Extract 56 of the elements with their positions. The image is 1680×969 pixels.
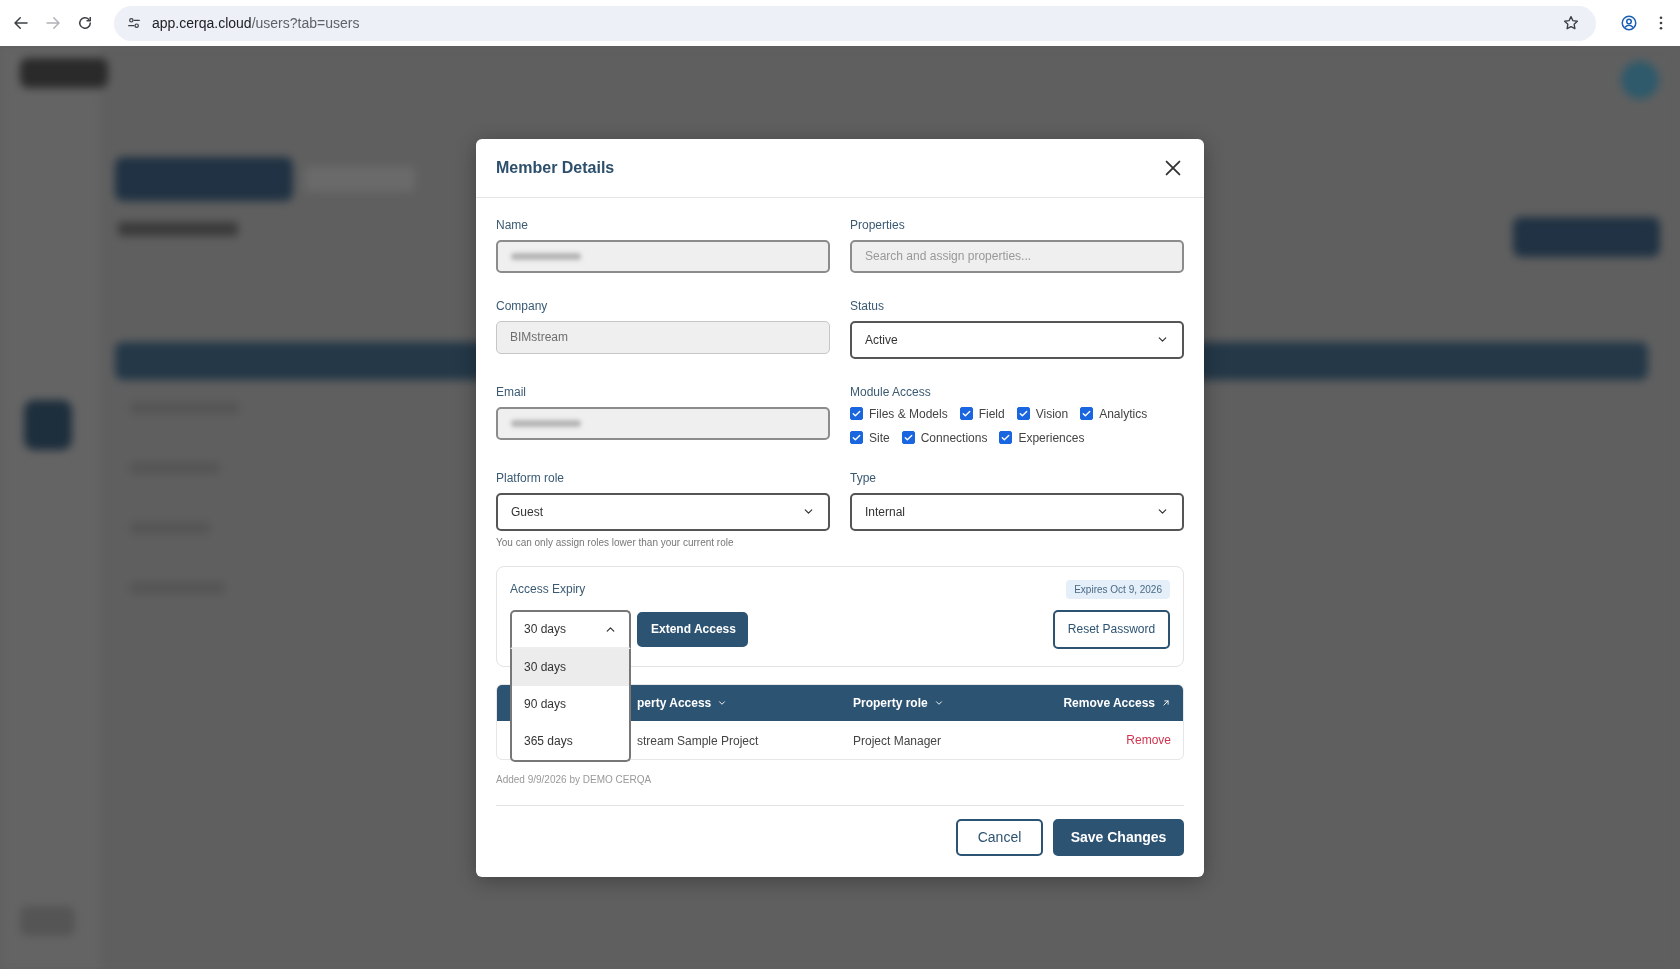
back-icon[interactable]	[12, 14, 30, 32]
redacted-text	[511, 252, 581, 260]
field-label: Email	[496, 384, 527, 399]
select-field[interactable]: Active	[850, 320, 1184, 359]
save-changes-button[interactable]: Save Changes	[1053, 818, 1184, 856]
helper-text: You can only assign roles lower than your current role	[496, 536, 735, 548]
table-cell: Project Manager	[853, 733, 942, 748]
column-header[interactable]: perty Access	[637, 695, 712, 710]
input-field[interactable]	[496, 239, 830, 273]
cancel-button[interactable]: Cancel	[956, 818, 1043, 856]
checkbox-label: Connections	[920, 430, 988, 445]
menu-option[interactable]: 30 days	[512, 648, 629, 686]
column-header[interactable]: Property role	[853, 695, 928, 710]
table-cell: stream Sample Project	[637, 733, 759, 748]
checkbox[interactable]	[850, 407, 863, 420]
checkbox[interactable]	[959, 407, 973, 420]
field-label: Properties	[850, 217, 906, 232]
url-text: app.cerqa.cloud/users?tab=users	[152, 15, 360, 31]
bookmark-star-icon[interactable]	[1562, 14, 1580, 32]
profile-icon[interactable]	[1620, 14, 1638, 32]
section-label: Access Expiry	[510, 582, 586, 596]
field-label: Module Access	[850, 384, 932, 399]
reload-icon[interactable]	[76, 14, 94, 32]
checkbox-label: Files & Models	[869, 406, 948, 421]
site-settings-icon[interactable]	[126, 15, 142, 31]
checkbox[interactable]	[1080, 407, 1094, 420]
field-label: Type	[850, 470, 877, 485]
column-header[interactable]: Remove Access	[1063, 695, 1155, 710]
checkbox[interactable]	[850, 431, 863, 444]
arrow-up-right-icon[interactable]	[1161, 697, 1171, 708]
input-field[interactable]	[496, 406, 830, 440]
menu-option[interactable]: 365 days	[512, 722, 629, 760]
field-label: Status	[850, 298, 886, 313]
remove-link[interactable]: Remove	[1126, 732, 1171, 747]
select-field[interactable]: Internal	[850, 492, 1184, 531]
checkbox-label: Analytics	[1099, 406, 1148, 421]
checkbox[interactable]	[901, 431, 915, 444]
checkbox-label: Site	[869, 430, 890, 445]
checkbox-label: Experiences	[1018, 430, 1085, 445]
duration-select[interactable]: 30 days	[510, 609, 631, 649]
checkbox-label: Vision	[1035, 406, 1069, 421]
field-label: Platform role	[496, 470, 566, 485]
menu-option[interactable]: 90 days	[512, 685, 629, 723]
checkbox[interactable]	[1016, 407, 1030, 420]
select-field[interactable]: Guest	[496, 492, 830, 531]
checkbox[interactable]	[999, 431, 1013, 444]
field-label: Company	[496, 298, 549, 313]
dialog-title: Member Details	[496, 158, 615, 177]
field-label: Name	[496, 217, 529, 232]
redacted-text	[511, 419, 581, 427]
address-bar[interactable]: app.cerqa.cloud/users?tab=users	[114, 5, 1596, 41]
expiry-badge: Expires Oct 9, 2026	[1066, 579, 1170, 599]
reset-password-button[interactable]: Reset Password	[1053, 609, 1170, 649]
extend-access-button[interactable]: Extend Access	[637, 611, 748, 647]
checkbox-label: Field	[978, 406, 1005, 421]
added-note: Added 9/9/2026 by DEMO CERQA	[496, 773, 653, 785]
